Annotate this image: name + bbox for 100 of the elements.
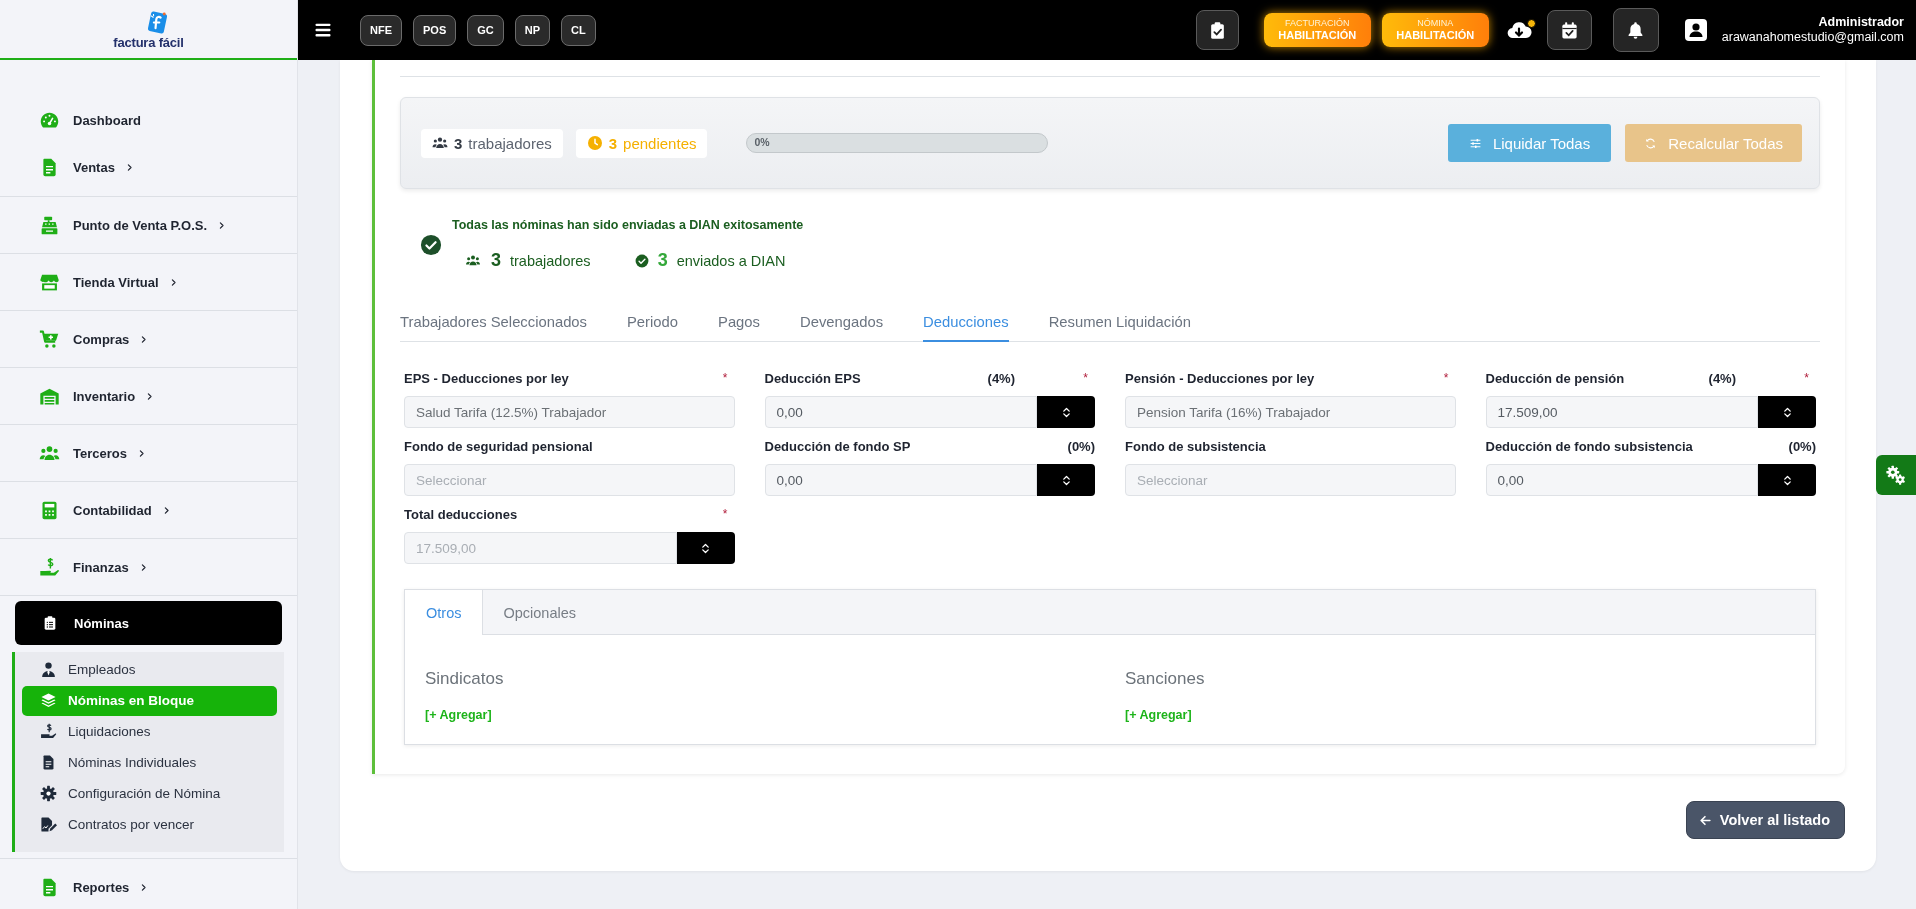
settings-button[interactable] (1876, 455, 1916, 495)
submenu-item[interactable]: Contratos por vencer (22, 809, 277, 840)
tab[interactable]: Periodo (627, 314, 678, 342)
select-field[interactable]: Pension Tarifa (16%) Trabajador (1125, 396, 1456, 428)
field-rate: (4%) (1708, 370, 1736, 386)
arrow-left-icon (1698, 813, 1712, 827)
chip-count: 3 (608, 134, 618, 152)
notifications-button[interactable] (1612, 8, 1659, 52)
sidebar-item[interactable]: Contabilidad (0, 482, 297, 538)
required-mark: * (722, 371, 729, 385)
required-mark: * (1443, 371, 1450, 385)
number-field[interactable]: 0,00 (764, 396, 1037, 428)
sidebar-item[interactable]: Reportes (0, 859, 297, 909)
field-label: EPS - Deducciones por ley (404, 370, 569, 386)
field-label: Pensión - Deducciones por ley (1125, 370, 1315, 386)
section-title: Sindicatos (425, 669, 504, 689)
number-field[interactable]: 0,00 (764, 464, 1037, 496)
sidebar-item[interactable]: Finanzas (0, 539, 297, 595)
select-field[interactable]: Salud Tarifa (12.5%) Trabajador (404, 396, 735, 428)
tasks-button[interactable] (1195, 10, 1239, 50)
stat-count: 3 (657, 250, 668, 271)
number-field[interactable]: 0,00 (1485, 464, 1758, 496)
status-message: Todas las nóminas han sido enviadas a DIAN exitosamente (452, 218, 804, 232)
field-label: Fondo de seguridad pensional (404, 438, 593, 454)
module-button[interactable]: POS (413, 14, 457, 46)
stat-label: enviados a DIAN (676, 252, 786, 269)
tab[interactable]: Trabajadores Seleccionados (400, 314, 587, 342)
submenu-item[interactable]: Nóminas Individuales (22, 747, 277, 778)
field-label: Deducción EPS (764, 370, 861, 386)
tab[interactable]: Deducciones (923, 314, 1009, 342)
field-label: Deducción de fondo SP (764, 438, 911, 454)
field-rate: (0%) (1067, 438, 1095, 454)
sidebar-item[interactable]: Ventas (0, 134, 297, 196)
tab[interactable]: Pagos (718, 314, 760, 342)
progress-reading: 0% (754, 136, 770, 148)
required-mark: * (1804, 371, 1810, 385)
submenu-item[interactable]: Liquidaciones (22, 716, 277, 747)
stepper-button[interactable] (676, 532, 735, 564)
tab[interactable]: Resumen Liquidación (1048, 314, 1191, 342)
chevron-right-icon (145, 391, 155, 401)
file-signature-icon (40, 816, 57, 833)
person-icon (40, 661, 57, 678)
tab[interactable]: Devengados (800, 314, 884, 342)
calculator-icon (39, 499, 60, 521)
required-mark: * (722, 507, 729, 521)
number-field[interactable]: 17.509,00 (1485, 396, 1758, 428)
sidebar-item[interactable]: Terceros (0, 425, 297, 481)
submenu-item[interactable]: Empleados (22, 654, 277, 685)
chip-label: trabajadores (468, 134, 552, 152)
cart-icon (39, 328, 60, 350)
module-button[interactable]: GC (467, 14, 504, 46)
user-email: arawanahomestudio@gmail.com (1721, 30, 1904, 45)
field-label: Total deducciones (404, 506, 518, 522)
cash-register-icon (39, 214, 60, 236)
section-title: Sanciones (1125, 669, 1205, 689)
field-rate: (0%) (1788, 438, 1816, 454)
module-button[interactable]: NP (514, 14, 550, 46)
menu-icon (314, 21, 332, 39)
field-rate: (4%) (987, 370, 1015, 386)
select-field[interactable]: Seleccionar (404, 464, 735, 496)
check-circle-icon (634, 253, 649, 268)
sidebar-item[interactable]: Compras (0, 311, 297, 367)
gear-icon (40, 785, 57, 802)
sliders-icon (1468, 136, 1482, 150)
required-mark: * (1083, 371, 1089, 385)
user-name: Administrador (1818, 15, 1904, 30)
calendar-button[interactable] (1546, 10, 1592, 50)
chevron-right-icon (139, 334, 149, 344)
module-button[interactable]: NFE (360, 14, 402, 46)
field-label: Fondo de subsistencia (1125, 438, 1266, 454)
layers-icon (40, 692, 57, 709)
logo-text: factura fácil (113, 35, 184, 50)
gears-icon (1885, 464, 1907, 486)
hand-dollar-icon (40, 723, 57, 740)
stat-label: trabajadores (510, 252, 591, 269)
sidebar-item[interactable]: Inventario (0, 368, 297, 424)
field-label: Deducción de pensión (1485, 370, 1625, 386)
menu-button[interactable] (314, 21, 332, 39)
module-button[interactable]: CL (561, 14, 596, 46)
chip-label: pendientes (623, 134, 697, 152)
check-circle-icon (420, 233, 442, 256)
refresh-icon (1644, 136, 1658, 150)
user-icon (1683, 18, 1708, 42)
stat-count: 3 (491, 250, 501, 271)
back-button[interactable]: Volver al listado (1685, 801, 1845, 839)
tab[interactable]: Otros (405, 590, 484, 635)
sidebar-item[interactable]: Punto de Venta P.O.S. (0, 197, 297, 253)
sidebar-item[interactable]: Dashboard (0, 60, 297, 134)
sidebar-item[interactable]: Tienda Virtual (0, 254, 297, 310)
select-field[interactable]: Seleccionar (1125, 464, 1456, 496)
submenu-item[interactable]: Configuración de Nómina (22, 778, 277, 809)
users-icon (464, 253, 482, 268)
clipboard-icon (42, 614, 58, 632)
field-label: Deducción de fondo subsistencia (1485, 438, 1693, 454)
sidebar-item[interactable]: Nóminas (15, 601, 282, 645)
users-icon (432, 135, 448, 151)
tab[interactable]: Opcionales (483, 590, 596, 635)
chevron-right-icon (217, 220, 227, 230)
hand-dollar-icon (39, 556, 60, 578)
chevron-right-icon (139, 882, 149, 892)
